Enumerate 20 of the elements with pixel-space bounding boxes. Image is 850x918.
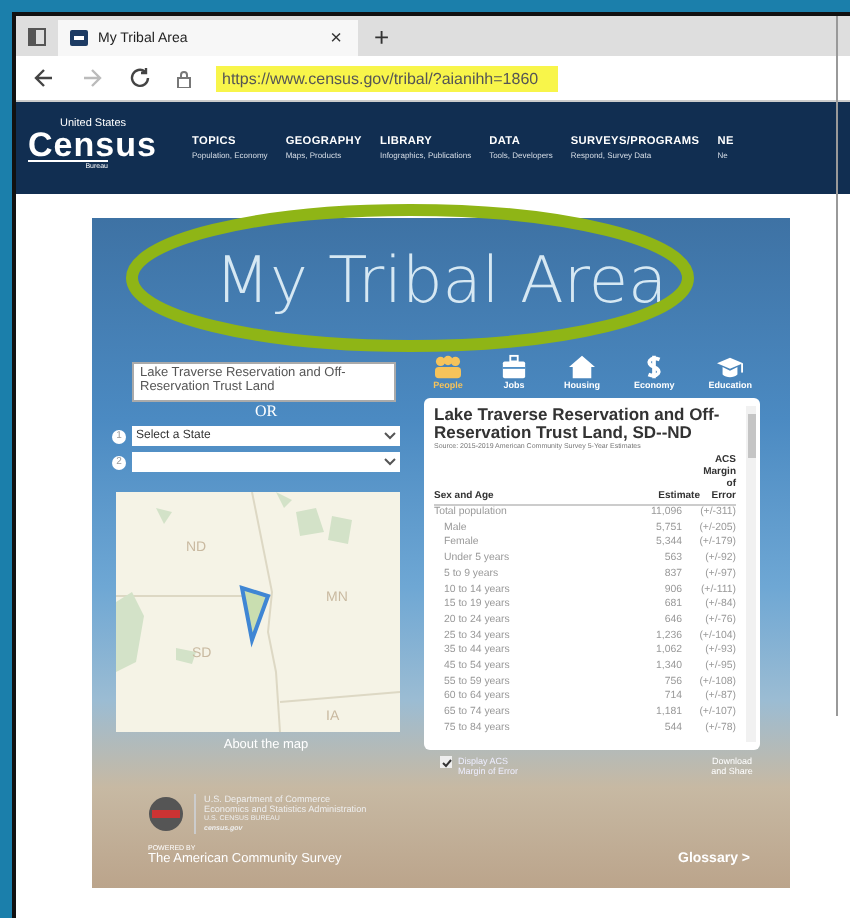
sidebar-icon[interactable] [28, 27, 46, 45]
checkbox[interactable] [440, 756, 452, 768]
caret-icon [384, 432, 396, 440]
caret-icon [384, 458, 396, 466]
housing-icon [565, 354, 598, 380]
scrollbar[interactable] [746, 406, 756, 742]
close-tab-button[interactable]: × [326, 27, 346, 49]
education-icon [714, 354, 747, 380]
address-field[interactable]: https://www.census.gov/tribal/?aianihh=1860 [216, 65, 559, 91]
page-title: My Tribal Area [214, 242, 668, 318]
card-title: Lake Traverse Reservation and Off-Reservation Trust Land, SD--ND [434, 406, 722, 442]
back-icon[interactable] [32, 66, 56, 90]
seal-icon [148, 796, 184, 832]
people-icon [432, 354, 464, 380]
or-label: OR [254, 402, 278, 420]
jobs-icon [497, 354, 530, 380]
scroll-thumb[interactable] [747, 414, 755, 458]
new-tab-button[interactable]: + [370, 21, 394, 51]
reload-icon[interactable] [128, 66, 152, 90]
lock-icon [176, 69, 192, 87]
